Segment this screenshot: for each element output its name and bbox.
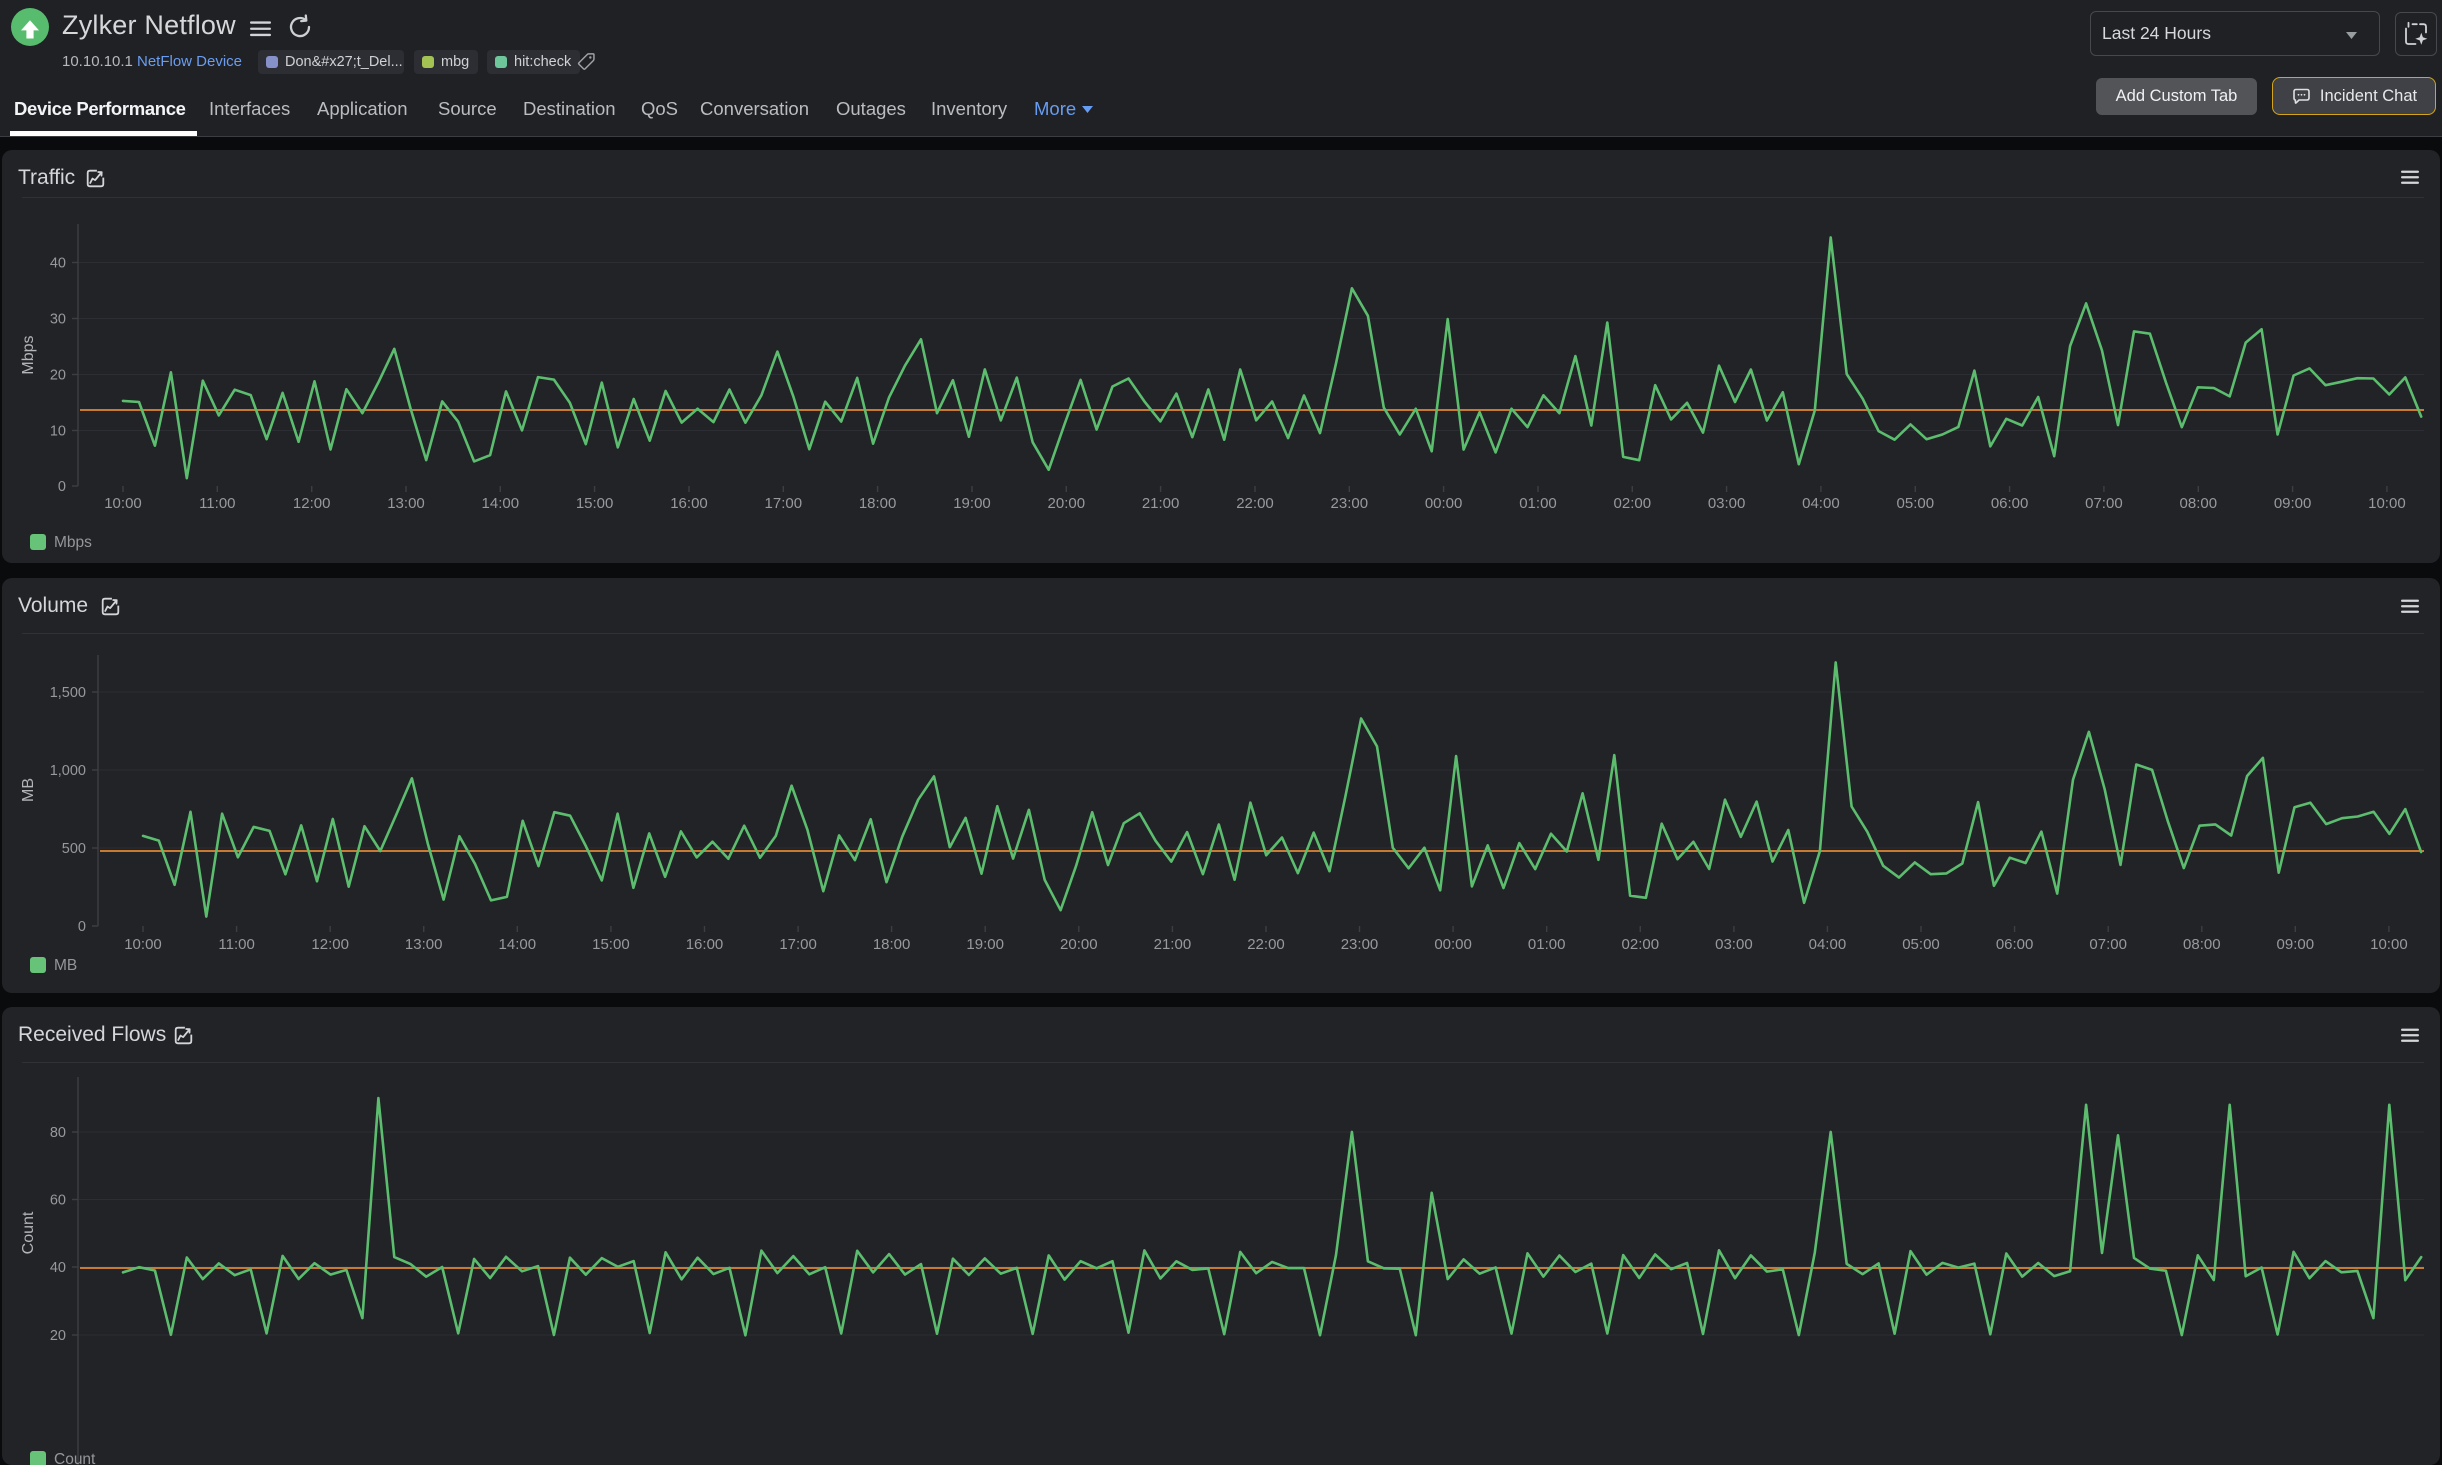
svg-text:22:00: 22:00 bbox=[1236, 495, 1274, 512]
svg-text:04:00: 04:00 bbox=[1802, 495, 1840, 512]
svg-text:15:00: 15:00 bbox=[576, 495, 614, 512]
svg-text:23:00: 23:00 bbox=[1331, 495, 1369, 512]
svg-text:09:00: 09:00 bbox=[2274, 495, 2312, 512]
svg-text:0: 0 bbox=[78, 919, 86, 935]
svg-text:06:00: 06:00 bbox=[1996, 936, 2034, 953]
svg-text:20:00: 20:00 bbox=[1048, 495, 1086, 512]
svg-text:11:00: 11:00 bbox=[218, 936, 254, 953]
svg-text:12:00: 12:00 bbox=[293, 495, 331, 512]
svg-text:18:00: 18:00 bbox=[859, 495, 897, 512]
svg-text:01:00: 01:00 bbox=[1519, 495, 1557, 512]
svg-text:12:00: 12:00 bbox=[311, 936, 349, 953]
svg-text:17:00: 17:00 bbox=[779, 936, 817, 953]
svg-text:18:00: 18:00 bbox=[873, 936, 911, 953]
svg-text:20: 20 bbox=[50, 368, 66, 384]
svg-text:03:00: 03:00 bbox=[1715, 936, 1753, 953]
svg-text:40: 40 bbox=[50, 256, 66, 272]
svg-text:02:00: 02:00 bbox=[1622, 936, 1660, 953]
svg-text:13:00: 13:00 bbox=[405, 936, 443, 953]
svg-text:500: 500 bbox=[62, 841, 86, 857]
svg-text:16:00: 16:00 bbox=[670, 495, 708, 512]
svg-text:21:00: 21:00 bbox=[1154, 936, 1192, 953]
svg-text:21:00: 21:00 bbox=[1142, 495, 1180, 512]
svg-text:04:00: 04:00 bbox=[1809, 936, 1847, 953]
svg-text:17:00: 17:00 bbox=[765, 495, 803, 512]
svg-text:Mbps: Mbps bbox=[20, 335, 37, 374]
svg-text:03:00: 03:00 bbox=[1708, 495, 1746, 512]
svg-text:13:00: 13:00 bbox=[387, 495, 425, 512]
svg-text:1,500: 1,500 bbox=[50, 685, 86, 701]
svg-text:11:00: 11:00 bbox=[199, 495, 235, 512]
svg-text:06:00: 06:00 bbox=[1991, 495, 2029, 512]
svg-text:01:00: 01:00 bbox=[1528, 936, 1566, 953]
svg-text:00:00: 00:00 bbox=[1434, 936, 1472, 953]
svg-text:10:00: 10:00 bbox=[124, 936, 162, 953]
svg-text:16:00: 16:00 bbox=[686, 936, 724, 953]
svg-text:08:00: 08:00 bbox=[2180, 495, 2218, 512]
svg-text:1,000: 1,000 bbox=[50, 763, 86, 779]
svg-text:Mbps: Mbps bbox=[54, 534, 92, 551]
svg-text:60: 60 bbox=[50, 1193, 66, 1209]
svg-text:14:00: 14:00 bbox=[482, 495, 520, 512]
svg-text:10:00: 10:00 bbox=[2370, 936, 2408, 953]
svg-text:05:00: 05:00 bbox=[1902, 936, 1940, 953]
svg-text:30: 30 bbox=[50, 312, 66, 328]
svg-text:Count: Count bbox=[54, 1451, 96, 1465]
svg-text:23:00: 23:00 bbox=[1341, 936, 1379, 953]
svg-text:40: 40 bbox=[50, 1260, 66, 1276]
svg-text:07:00: 07:00 bbox=[2085, 495, 2123, 512]
svg-text:80: 80 bbox=[50, 1125, 66, 1141]
svg-text:02:00: 02:00 bbox=[1614, 495, 1652, 512]
svg-text:10: 10 bbox=[50, 424, 66, 440]
svg-text:19:00: 19:00 bbox=[966, 936, 1004, 953]
svg-text:15:00: 15:00 bbox=[592, 936, 630, 953]
svg-text:20:00: 20:00 bbox=[1060, 936, 1098, 953]
svg-text:MB: MB bbox=[20, 778, 37, 802]
svg-text:08:00: 08:00 bbox=[2183, 936, 2221, 953]
svg-text:22:00: 22:00 bbox=[1247, 936, 1285, 953]
svg-text:05:00: 05:00 bbox=[1897, 495, 1935, 512]
svg-text:07:00: 07:00 bbox=[2089, 936, 2127, 953]
svg-text:10:00: 10:00 bbox=[2368, 495, 2406, 512]
svg-text:19:00: 19:00 bbox=[953, 495, 991, 512]
svg-text:Count: Count bbox=[20, 1211, 37, 1254]
svg-text:MB: MB bbox=[54, 957, 77, 974]
svg-text:0: 0 bbox=[58, 479, 66, 495]
svg-text:00:00: 00:00 bbox=[1425, 495, 1463, 512]
svg-text:20: 20 bbox=[50, 1328, 66, 1344]
svg-text:14:00: 14:00 bbox=[499, 936, 537, 953]
svg-text:10:00: 10:00 bbox=[104, 495, 142, 512]
svg-text:09:00: 09:00 bbox=[2277, 936, 2315, 953]
